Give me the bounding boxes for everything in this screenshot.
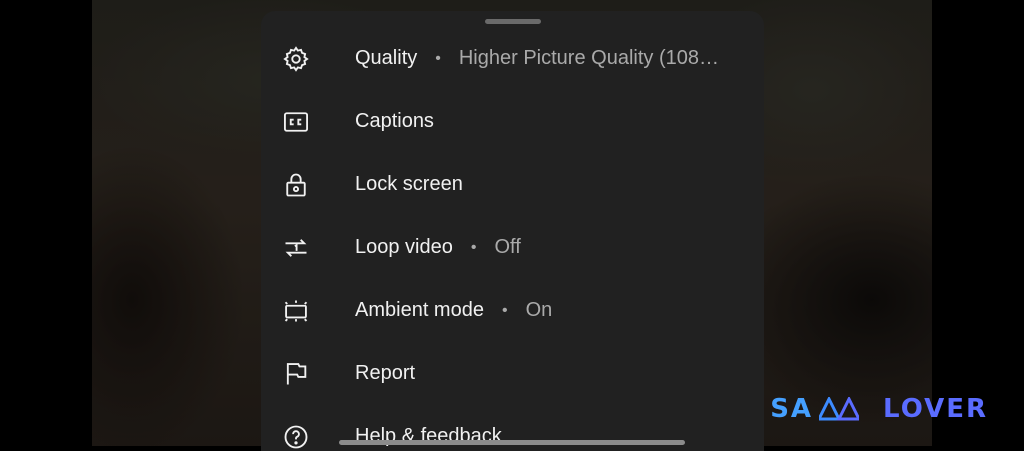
home-indicator <box>339 440 685 445</box>
captions-label: Captions <box>355 110 434 133</box>
menu-item-loop-video[interactable]: Loop video • Off <box>261 216 764 279</box>
menu-item-ambient-mode[interactable]: Ambient mode • On <box>261 279 764 342</box>
drag-handle[interactable] <box>485 19 541 24</box>
help-icon <box>281 422 311 451</box>
separator-dot: • <box>435 50 441 68</box>
ambient-mode-label: Ambient mode <box>355 299 484 322</box>
menu-item-report[interactable]: Report <box>261 342 764 405</box>
lock-screen-label: Lock screen <box>355 173 463 196</box>
gear-icon <box>281 44 311 74</box>
ambient-mode-value: On <box>526 299 553 322</box>
settings-sheet: Quality • Higher Picture Quality (108… C… <box>261 11 764 451</box>
menu-item-lock-screen[interactable]: Lock screen <box>261 153 764 216</box>
menu-item-quality[interactable]: Quality • Higher Picture Quality (108… <box>261 27 764 90</box>
separator-dot: • <box>471 239 477 257</box>
loop-icon <box>281 233 311 263</box>
quality-value: Higher Picture Quality (108… <box>459 47 719 70</box>
loop-video-value: Off <box>494 236 520 259</box>
menu-item-captions[interactable]: Captions <box>261 90 764 153</box>
watermark-right-text: LOVER <box>883 394 988 424</box>
separator-dot: • <box>502 302 508 320</box>
lock-icon <box>281 170 311 200</box>
ambient-icon <box>281 296 311 326</box>
watermark-logo: SA LOVER <box>770 394 988 424</box>
quality-label: Quality <box>355 47 417 70</box>
watermark-left-text: SA <box>770 394 813 424</box>
loop-video-label: Loop video <box>355 236 453 259</box>
report-label: Report <box>355 362 415 385</box>
cc-icon <box>281 107 311 137</box>
flag-icon <box>281 359 311 389</box>
watermark-triangles-icon <box>819 397 859 421</box>
